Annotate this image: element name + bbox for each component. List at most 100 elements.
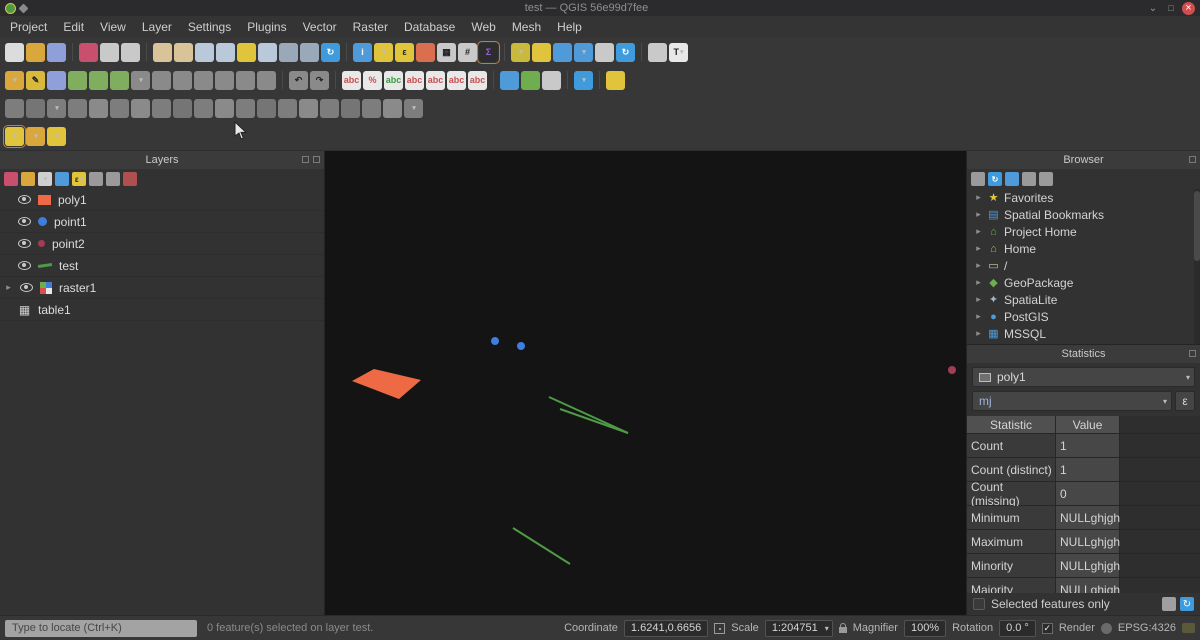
refresh-attributes-icon[interactable]: ↻ — [616, 43, 635, 62]
locate-input[interactable] — [5, 620, 197, 637]
menu-layer[interactable]: Layer — [134, 18, 180, 36]
annotation-icon[interactable]: T — [669, 43, 688, 62]
properties-icon[interactable] — [1039, 172, 1053, 186]
browser-item-root[interactable]: ▭ / — [967, 257, 1200, 274]
browser-item-geopackage[interactable]: ◆ GeoPackage — [967, 274, 1200, 291]
change-label-properties-icon[interactable]: abc — [468, 71, 487, 90]
expander-icon[interactable] — [974, 192, 983, 203]
refresh-map-icon[interactable]: ↻ — [321, 43, 340, 62]
shade-window-button[interactable] — [1146, 2, 1160, 14]
current-edits-icon[interactable] — [5, 71, 24, 90]
save-project-icon[interactable] — [47, 43, 66, 62]
vertex-tool-all-icon[interactable] — [131, 71, 150, 90]
expander-icon[interactable] — [974, 209, 983, 220]
expander-icon[interactable] — [974, 328, 983, 339]
browser-scrollbar[interactable] — [1194, 189, 1200, 344]
browser-item-spatial-bookmarks[interactable]: ▤ Spatial Bookmarks — [967, 206, 1200, 223]
measure-icon[interactable] — [511, 43, 530, 62]
vertex-tool-icon[interactable] — [152, 71, 171, 90]
coordinate-field[interactable]: 1.6241,0.6656 — [624, 620, 708, 637]
new-bookmark-icon[interactable] — [553, 43, 572, 62]
visibility-eye-icon[interactable] — [18, 195, 31, 204]
zoom-out-icon[interactable] — [216, 43, 235, 62]
menu-web[interactable]: Web — [463, 18, 503, 36]
fill-ring-icon[interactable] — [173, 99, 192, 118]
processing-toolbox-icon[interactable] — [606, 71, 625, 90]
map-canvas[interactable] — [325, 151, 966, 615]
paste-features-icon[interactable] — [257, 71, 276, 90]
modify-attributes-icon[interactable] — [173, 71, 192, 90]
merge-features-icon[interactable] — [320, 99, 339, 118]
manage-map-themes-icon[interactable] — [38, 172, 52, 186]
zoom-next-icon[interactable] — [300, 43, 319, 62]
delete-ring-icon[interactable] — [194, 99, 213, 118]
expander-icon[interactable] — [974, 260, 983, 271]
rotate-label-icon[interactable]: abc — [447, 71, 466, 90]
visibility-eye-icon[interactable] — [20, 283, 33, 292]
enable-advanced-digitizing-icon[interactable] — [5, 99, 24, 118]
new-geopackage-layer-icon[interactable] — [521, 71, 540, 90]
browser-item-home[interactable]: ⌂ Home — [967, 240, 1200, 257]
layer-labeling-icon[interactable]: abc — [342, 71, 361, 90]
browser-item-mssql[interactable]: ▦ MSSQL — [967, 325, 1200, 342]
filter-browser-icon[interactable] — [1005, 172, 1019, 186]
highlight-labels-icon[interactable]: abc — [405, 71, 424, 90]
expander-icon[interactable] — [974, 226, 983, 237]
offset-point-symbol-icon[interactable] — [383, 99, 402, 118]
menu-view[interactable]: View — [92, 18, 134, 36]
menu-database[interactable]: Database — [396, 18, 463, 36]
extent-toggle-icon[interactable] — [714, 623, 725, 634]
add-part-icon[interactable] — [152, 99, 171, 118]
layer-item-point2[interactable]: point2 — [0, 233, 324, 255]
copy-statistics-icon[interactable] — [1162, 597, 1176, 611]
menu-plugins[interactable]: Plugins — [239, 18, 294, 36]
copy-move-feature-icon[interactable] — [68, 99, 87, 118]
menu-settings[interactable]: Settings — [180, 18, 239, 36]
new-spatialite-layer-icon[interactable] — [500, 71, 519, 90]
attribute-table-icon[interactable]: ▦ — [437, 43, 456, 62]
layer-item-poly1[interactable]: poly1 — [0, 189, 324, 211]
statistical-summary-icon[interactable]: Σ — [479, 43, 498, 62]
field-calculator-icon[interactable]: # — [458, 43, 477, 62]
map-tips-icon[interactable] — [532, 43, 551, 62]
add-selected-layers-icon[interactable] — [971, 172, 985, 186]
crs-globe-icon[interactable] — [1101, 623, 1112, 634]
refresh-browser-icon[interactable]: ↻ — [988, 172, 1002, 186]
pan-to-selection-icon[interactable] — [174, 43, 193, 62]
dock-panel-icon[interactable] — [1189, 350, 1196, 357]
rotate-point-symbols-icon[interactable] — [362, 99, 381, 118]
scale-selector[interactable]: 1:204751 — [765, 620, 833, 637]
refresh-statistics-icon[interactable]: ↻ — [1180, 597, 1194, 611]
browser-item-favorites[interactable]: ★ Favorites — [967, 189, 1200, 206]
split-features-icon[interactable] — [278, 99, 297, 118]
remove-layer-icon[interactable] — [123, 172, 137, 186]
python-console-icon[interactable] — [574, 71, 593, 90]
selected-features-checkbox[interactable] — [973, 598, 985, 610]
maximize-window-button[interactable] — [1164, 2, 1178, 14]
deselect-features-icon[interactable] — [416, 43, 435, 62]
style-manager-icon[interactable] — [79, 43, 98, 62]
delete-part-icon[interactable] — [215, 99, 234, 118]
move-feature-icon[interactable] — [47, 99, 66, 118]
layer-item-raster1[interactable]: raster1 — [0, 277, 324, 299]
dock-panel-icon[interactable] — [302, 156, 309, 163]
new-map-view-icon[interactable] — [648, 43, 667, 62]
expander-icon[interactable] — [4, 282, 13, 293]
expander-icon[interactable] — [974, 243, 983, 254]
zoom-last-icon[interactable] — [279, 43, 298, 62]
select-features-icon[interactable] — [374, 43, 393, 62]
new-project-icon[interactable] — [5, 43, 24, 62]
simplify-feature-icon[interactable] — [110, 99, 129, 118]
digitize-polygon-icon[interactable] — [110, 71, 129, 90]
visibility-eye-icon[interactable] — [18, 261, 31, 270]
visibility-eye-icon[interactable] — [18, 239, 31, 248]
digitize-line-icon[interactable] — [89, 71, 108, 90]
close-window-button[interactable] — [1182, 2, 1195, 15]
open-layer-styling-icon[interactable] — [4, 172, 18, 186]
lock-scale-icon[interactable] — [839, 627, 847, 633]
add-group-icon[interactable] — [21, 172, 35, 186]
trim-extend-icon[interactable] — [404, 99, 423, 118]
stream-digitizing-icon[interactable] — [26, 127, 45, 146]
stats-field-selector[interactable]: mj — [972, 391, 1172, 411]
temporal-controller-icon[interactable] — [595, 43, 614, 62]
